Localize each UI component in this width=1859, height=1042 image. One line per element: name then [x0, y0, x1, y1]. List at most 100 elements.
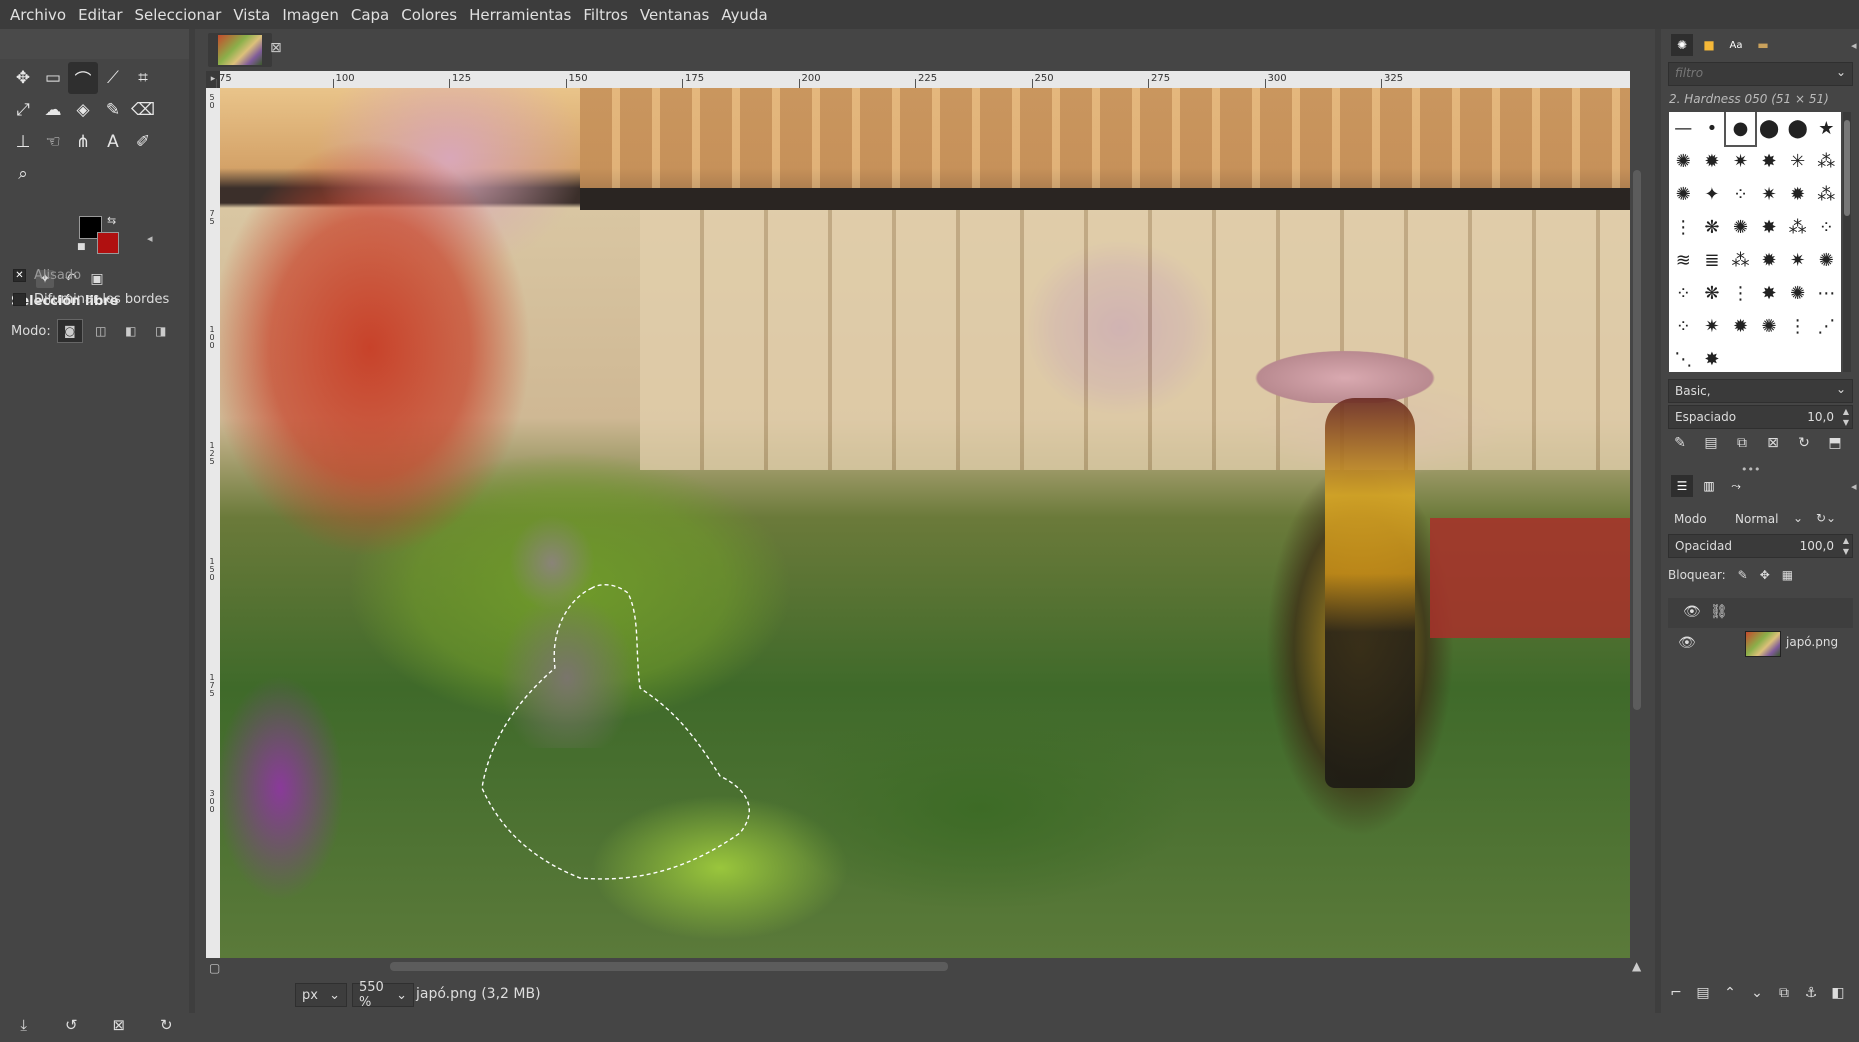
refresh-brushes-icon[interactable]: ↻ [1795, 434, 1813, 452]
navigate-icon[interactable]: ▲ [1632, 959, 1641, 973]
mode-add-button[interactable]: ◫ [89, 320, 113, 342]
brush-preset-item[interactable]: ⁘ [1669, 277, 1698, 310]
brush-preset-item[interactable]: ✸ [1755, 211, 1784, 244]
brush-preset-item[interactable]: ✹ [1755, 244, 1784, 277]
layer-visibility-icon[interactable]: 👁 [1678, 635, 1696, 651]
open-brush-as-image-icon[interactable]: ⬒ [1826, 434, 1844, 452]
brush-preset-item[interactable]: ✸ [1755, 145, 1784, 178]
bucket-fill-tool-icon[interactable]: ◈ [68, 94, 98, 126]
brush-preset-item[interactable]: ✺ [1669, 178, 1698, 211]
new-brush-icon[interactable]: ▤ [1702, 434, 1720, 452]
antialias-checkbox[interactable]: ✕ [13, 269, 26, 282]
layers-panel-menu-icon[interactable]: ◂ [1851, 480, 1857, 493]
brush-preset-item[interactable]: ⋮ [1783, 310, 1812, 343]
lock-pixels-icon[interactable]: ✎ [1738, 568, 1748, 582]
mode-subtract-button[interactable]: ◧ [119, 320, 143, 342]
clone-tool-icon[interactable]: ⊥ [8, 126, 38, 158]
brush-preset-item[interactable]: ⁂ [1783, 211, 1812, 244]
brush-preset-item[interactable]: ✷ [1783, 244, 1812, 277]
unit-select[interactable]: px ⌄ [295, 983, 347, 1007]
brush-preset-item[interactable]: ● [1724, 112, 1757, 147]
layers-tab-icon[interactable]: ☰ [1671, 475, 1693, 497]
swap-colors-icon[interactable]: ⇆ [107, 214, 116, 227]
brush-preset-item[interactable]: ⋰ [1812, 310, 1841, 343]
rect-select-tool-icon[interactable]: ▭ [38, 62, 68, 94]
delete-options-icon[interactable]: ⊠ [109, 1015, 129, 1035]
brush-preset-item[interactable]: ✷ [1698, 310, 1727, 343]
brush-preset-item[interactable]: ❋ [1698, 211, 1727, 244]
brush-preset-item[interactable]: ✦ [1698, 178, 1727, 211]
spacing-field[interactable]: Espaciado 10,0 ▲ ▼ [1668, 405, 1853, 429]
brush-preset-item[interactable]: ★ [1812, 112, 1841, 145]
menu-editar[interactable]: Editar [72, 6, 128, 24]
brushes-panel-menu-icon[interactable]: ◂ [1851, 39, 1857, 52]
restore-options-icon[interactable]: ↺ [61, 1015, 81, 1035]
smudge-tool-icon[interactable]: ☜ [38, 126, 68, 158]
brush-preset-item[interactable]: — [1669, 112, 1698, 145]
new-layer-group-icon[interactable]: ⌐ [1667, 984, 1685, 1002]
brush-preset-item[interactable]: ⁂ [1812, 178, 1841, 211]
image-tab[interactable] [208, 33, 272, 67]
layer-mode-dropdown-icon[interactable]: ⌄ [1793, 511, 1803, 525]
patterns-tab-icon[interactable]: ■ [1698, 34, 1720, 56]
fuzzy-select-tool-icon[interactable]: ⟋ [98, 62, 128, 94]
images-tab-icon[interactable]: ▣ [88, 270, 106, 288]
feather-checkbox[interactable] [13, 293, 26, 306]
brushes-tab-icon[interactable]: ✺ [1671, 34, 1693, 56]
vertical-ruler[interactable]: 50 75 100 125 150 175 300 [206, 88, 220, 958]
brush-preset-item[interactable]: ⋯ [1812, 277, 1841, 310]
close-image-tab-icon[interactable]: ⊠ [270, 40, 282, 56]
mode-intersect-button[interactable]: ◨ [149, 320, 173, 342]
brush-preset-item[interactable]: ⁘ [1726, 178, 1755, 211]
menu-ayuda[interactable]: Ayuda [715, 6, 773, 24]
layer-mode-row[interactable]: Modo Normal ⌄ ↻⌄ [1668, 508, 1853, 532]
background-color-swatch[interactable] [97, 232, 119, 254]
menu-herramientas[interactable]: Herramientas [463, 6, 577, 24]
raise-layer-icon[interactable]: ⌃ [1721, 984, 1739, 1002]
anchor-layer-icon[interactable]: ⚓ [1802, 984, 1820, 1002]
brush-preset-item[interactable]: ❋ [1698, 277, 1727, 310]
zoom-select[interactable]: 550 % ⌄ [352, 980, 414, 1010]
brush-preset-item[interactable]: ⋮ [1726, 277, 1755, 310]
brush-preset-item[interactable]: ≣ [1698, 244, 1727, 277]
reset-options-icon[interactable]: ↻ [156, 1015, 176, 1035]
brush-scrollbar[interactable] [1844, 120, 1850, 216]
brush-preset-item[interactable]: ⬤ [1755, 112, 1784, 145]
duplicate-brush-icon[interactable]: ⧉ [1733, 434, 1751, 452]
brush-preset-item[interactable]: ✸ [1755, 277, 1784, 310]
opacity-field[interactable]: Opacidad 100,0 ▲ ▼ [1668, 534, 1853, 558]
brush-preset-item[interactable]: ⋱ [1669, 343, 1698, 372]
panel-menu-icon[interactable]: ◂ [147, 232, 153, 245]
menu-ventanas[interactable]: Ventanas [634, 6, 715, 24]
brush-set-select[interactable]: Basic, ⌄ [1668, 379, 1853, 403]
brush-grid[interactable]: — • ● ⬤ ⬤ ★ ✺ ✹ ✷ ✸ ✳ ⁂ ✺ ✦ ⁘ ✷ ✹ ⁂ ⋮ ❋ ✺ ✸ ⁂ ⁘ ≋ ≣ ⁂ ✹ ✷ ✺ ⁘ ❋ ⋮ ✸ ✺ ⋯ ⁘ ✷ ✹ ✺… [1669, 112, 1841, 372]
brush-preset-item[interactable]: ✷ [1755, 178, 1784, 211]
layer-name[interactable]: japó.png [1786, 635, 1838, 649]
brush-filter-input[interactable]: filtro ⌄ [1668, 62, 1853, 86]
brush-preset-item[interactable]: ⁘ [1812, 211, 1841, 244]
brush-preset-item[interactable]: ⁘ [1669, 310, 1698, 343]
horizontal-scrollbar[interactable] [390, 962, 948, 971]
brush-preset-item[interactable]: ✺ [1669, 145, 1698, 178]
color-picker-tool-icon[interactable]: ✐ [128, 126, 158, 158]
menu-capa[interactable]: Capa [345, 6, 395, 24]
gradients-tab-icon[interactable]: ▬ [1752, 34, 1774, 56]
brush-preset-item[interactable]: ✹ [1698, 145, 1727, 178]
eraser-tool-icon[interactable]: ⌫ [128, 94, 158, 126]
antialias-row[interactable]: ✕ Alisado [13, 268, 81, 283]
text-tool-icon[interactable]: A [98, 126, 128, 158]
mode-replace-button[interactable]: ◙ [56, 319, 83, 343]
paths-tab-icon[interactable]: ⤳ [1725, 475, 1747, 497]
menu-seleccionar[interactable]: Seleccionar [129, 6, 228, 24]
move-tool-icon[interactable]: ✥ [8, 62, 38, 94]
layer-mode-value[interactable]: Normal [1735, 512, 1778, 526]
ruler-corner-toggle[interactable]: ▸ [206, 71, 220, 88]
fg-bg-colors[interactable]: ⇆ ■ [77, 214, 121, 256]
brush-preset-item[interactable]: ✹ [1726, 310, 1755, 343]
menu-filtros[interactable]: Filtros [577, 6, 634, 24]
paths-tool-icon[interactable]: ⋔ [68, 126, 98, 158]
layer-row[interactable]: 👁 japó.png [1668, 629, 1853, 659]
brush-preset-item[interactable]: ✺ [1726, 211, 1755, 244]
spacing-spinner-icon[interactable]: ▲ ▼ [1843, 406, 1849, 428]
channels-tab-icon[interactable]: ▥ [1698, 475, 1720, 497]
